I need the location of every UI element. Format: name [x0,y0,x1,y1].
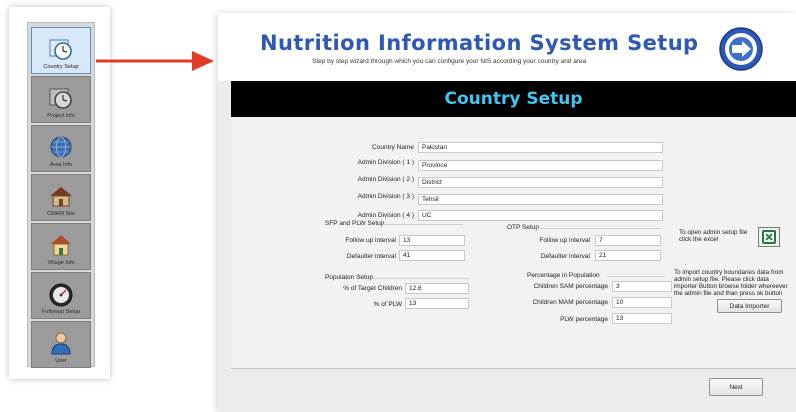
otp-defaulter-field[interactable]: 21 [595,250,661,261]
gauge-icon [46,280,76,308]
admin-division-4-label: Admin Division ( 4 ) [357,212,414,219]
otp-setup-title: OTP Setup [507,224,540,231]
admin-division-1-field[interactable]: Province [418,160,663,171]
nav-country-setup[interactable]: Country Setup [31,27,91,74]
sam-percentage-label: Children SAM percentage [533,283,608,290]
sfp-followup-label: Follow up interval [345,237,396,244]
nav-cmam-site[interactable]: CMAM Site [31,174,91,221]
nav-country-setup-label: Country Setup [43,64,79,70]
admin-division-3-label: Admin Division ( 3 ) [357,193,414,200]
nav-village-info-label: Village Info [47,260,75,266]
population-group-border [371,278,469,279]
nav-followup-setup[interactable]: Followup Setup [31,272,91,319]
importer-instruction: To import country boundaries data from a… [674,269,788,297]
target-children-field[interactable]: 12.6 [405,283,469,294]
nav-user[interactable]: User [31,321,91,368]
page-heading: Country Setup [444,89,583,109]
app-logo-icon [719,27,763,71]
otp-followup-label: Follow up interval [539,237,590,244]
country-setup-form: Country Name Pakistan Admin Division ( 1… [231,117,796,368]
clock-icon [46,84,76,112]
clock-icon [46,35,76,63]
arrow-right-icon [96,51,214,71]
nav-followup-setup-label: Followup Setup [42,309,80,315]
house-icon [46,182,76,210]
sfp-group-border [383,224,463,225]
footer-bar: Next [231,368,796,412]
setup-window: Nutrition Information System Setup Step … [218,13,796,412]
nav-user-label: User [55,358,67,364]
village-icon [46,231,76,259]
excel-icon [762,230,776,244]
nav-area-info-label: Area Info [49,162,73,168]
sfp-defaulter-label: Defaulter interval [346,253,396,260]
nav-cmam-site-label: CMAM Site [47,211,75,217]
plw-percentage-field[interactable]: 13 [612,313,672,324]
app-subtitle: Step by step wizard through which you ca… [312,58,587,65]
nav-project-info[interactable]: Project info [31,76,91,123]
nav-project-info-label: Project info [47,113,75,119]
otp-defaulter-label: Defaulter interval [540,253,590,260]
data-importer-button[interactable]: Data Importer [717,299,782,313]
mam-percentage-label: Children MAM percentage [532,299,608,306]
otp-followup-field[interactable]: 7 [595,235,661,246]
admin-division-4-field[interactable]: UC [418,210,663,221]
sfp-setup-title: SFP and PLW Setup [325,220,385,227]
screenshot-root: Country Setup Project info Area Info CMA… [0,0,796,412]
admin-division-3-field[interactable]: Tehsil [418,194,663,205]
admin-division-1-label: Admin Division ( 1 ) [357,159,414,166]
percentage-population-title: Percentage in Population [527,272,600,279]
admin-division-2-label: Admin Division ( 2 ) [357,176,414,183]
target-children-label: % of Target Children [343,285,402,292]
sidebar: Country Setup Project info Area Info CMA… [27,22,95,368]
globe-icon [46,133,76,161]
mam-percentage-field[interactable]: 10 [612,297,672,308]
plw-percentage-label: PLW percentage [560,316,608,323]
excel-button[interactable] [758,227,780,247]
sfp-followup-field[interactable]: 13 [399,235,465,246]
user-icon [46,329,76,357]
nav-village-info[interactable]: Village Info [31,223,91,270]
country-name-field[interactable]: Pakistan [418,142,663,153]
population-setup-title: Populaton Setup [325,274,374,281]
page-banner: Country Setup [231,81,796,117]
plw-percent-field[interactable]: 13 [405,298,469,309]
plw-percent-label: % of PLW [373,301,402,308]
sfp-defaulter-field[interactable]: 41 [399,250,465,261]
nav-area-info[interactable]: Area Info [31,125,91,172]
country-name-label: Country Name [372,144,414,151]
app-title: Nutrition Information System Setup [260,31,699,55]
window-header: Nutrition Information System Setup Step … [218,13,796,81]
excel-instruction: To open admin setup file click the excel [679,229,748,243]
percentage-group-border [607,276,665,277]
next-button[interactable]: Next [709,378,763,396]
otp-group-border [537,228,662,229]
sam-percentage-field[interactable]: 3 [612,281,672,292]
admin-division-2-field[interactable]: District [418,177,663,188]
